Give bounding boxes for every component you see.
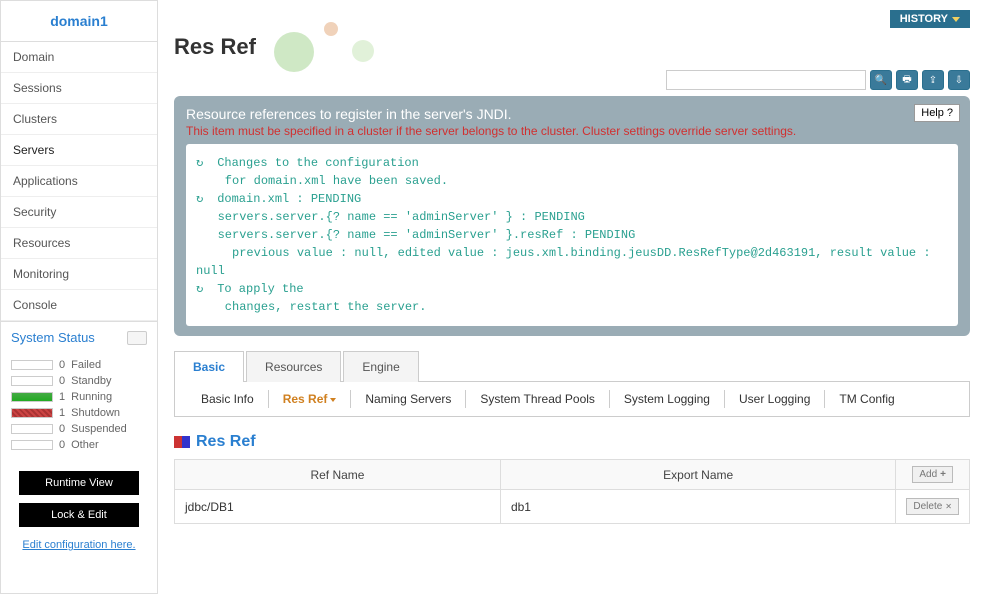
nav-item-resources[interactable]: Resources (1, 228, 157, 259)
help-button[interactable]: Help ? (914, 104, 960, 122)
subtab-tm-config[interactable]: TM Config (825, 390, 908, 408)
delete-icon (945, 501, 952, 512)
main-tabs: Basic Resources Engine (174, 350, 970, 382)
history-button[interactable]: HISTORY (890, 10, 970, 28)
add-button[interactable]: Add (912, 466, 953, 483)
nav-item-security[interactable]: Security (1, 197, 157, 228)
subtab-user-logging[interactable]: User Logging (725, 390, 825, 408)
domain-title: domain1 (1, 1, 157, 42)
subtab-system-logging[interactable]: System Logging (610, 390, 725, 408)
chevron-down-icon (330, 398, 336, 402)
help-icon: ? (947, 107, 953, 119)
export-icon[interactable]: ⇪ (922, 70, 944, 90)
col-export-name: Export Name (500, 460, 895, 490)
status-shutdown: 1Shutdown (11, 405, 147, 421)
section-title: Res Ref (174, 433, 970, 451)
system-status-header: System Status (1, 321, 157, 353)
status-failed: 0Failed (11, 357, 147, 373)
edit-config-link[interactable]: Edit configuration here. (1, 535, 157, 561)
col-ref-name: Ref Name (175, 460, 501, 490)
nav-item-clusters[interactable]: Clusters (1, 104, 157, 135)
search-icon[interactable]: 🔍 (870, 70, 892, 90)
status-refresh-icon[interactable] (127, 331, 147, 345)
runtime-view-button[interactable]: Runtime View (19, 471, 139, 495)
search-input[interactable] (666, 70, 866, 90)
cell-ref-name: jdbc/DB1 (175, 490, 501, 524)
status-list: 0Failed 0Standby 1Running 1Shutdown 0Sus… (1, 353, 157, 463)
print-icon[interactable]: 🖶 (896, 70, 918, 90)
nav-item-domain[interactable]: Domain (1, 42, 157, 73)
subtab-naming-servers[interactable]: Naming Servers (351, 390, 466, 408)
refresh-icon: ↻ (196, 280, 210, 298)
code-box: ↻ Changes to the configuration for domai… (186, 144, 958, 326)
info-title: Resource references to register in the s… (186, 106, 958, 122)
status-running: 1Running (11, 389, 147, 405)
chevron-down-icon (952, 17, 960, 22)
subtab-system-thread-pools[interactable]: System Thread Pools (466, 390, 610, 408)
info-warning: This item must be specified in a cluster… (186, 124, 958, 138)
status-standby: 0Standby (11, 373, 147, 389)
table-row[interactable]: jdbc/DB1 db1 Delete (175, 490, 970, 524)
sub-tabs: Basic Info Res Ref Naming Servers System… (174, 382, 970, 417)
page-title: Res Ref (174, 34, 970, 60)
nav-item-sessions[interactable]: Sessions (1, 73, 157, 104)
nav-item-console[interactable]: Console (1, 290, 157, 321)
status-other: 0Other (11, 437, 147, 453)
nav-item-applications[interactable]: Applications (1, 166, 157, 197)
info-box: Help ? Resource references to register i… (174, 96, 970, 336)
delete-button[interactable]: Delete (906, 498, 959, 515)
status-suspended: 0Suspended (11, 421, 147, 437)
subtab-res-ref[interactable]: Res Ref (269, 390, 352, 408)
refresh-icon: ↻ (196, 190, 210, 208)
tab-engine[interactable]: Engine (343, 351, 418, 382)
sidebar: domain1 Domain Sessions Clusters Servers… (0, 0, 158, 594)
cell-export-name: db1 (500, 490, 895, 524)
col-action: Add (896, 460, 970, 490)
lock-edit-button[interactable]: Lock & Edit (19, 503, 139, 527)
plus-icon (940, 469, 946, 480)
import-icon[interactable]: ⇩ (948, 70, 970, 90)
nav-item-servers[interactable]: Servers (1, 135, 157, 166)
tab-resources[interactable]: Resources (246, 351, 341, 382)
history-label: HISTORY (900, 13, 948, 25)
flag-icon (174, 436, 190, 448)
subtab-basic-info[interactable]: Basic Info (187, 390, 269, 408)
system-status-label: System Status (11, 330, 95, 345)
main-content: HISTORY Res Ref 🔍 🖶 ⇪ ⇩ Help ? Resource … (158, 0, 986, 594)
refresh-icon: ↻ (196, 154, 210, 172)
res-ref-table: Ref Name Export Name Add jdbc/DB1 db1 De… (174, 459, 970, 524)
tab-basic[interactable]: Basic (174, 351, 244, 382)
nav-item-monitoring[interactable]: Monitoring (1, 259, 157, 290)
